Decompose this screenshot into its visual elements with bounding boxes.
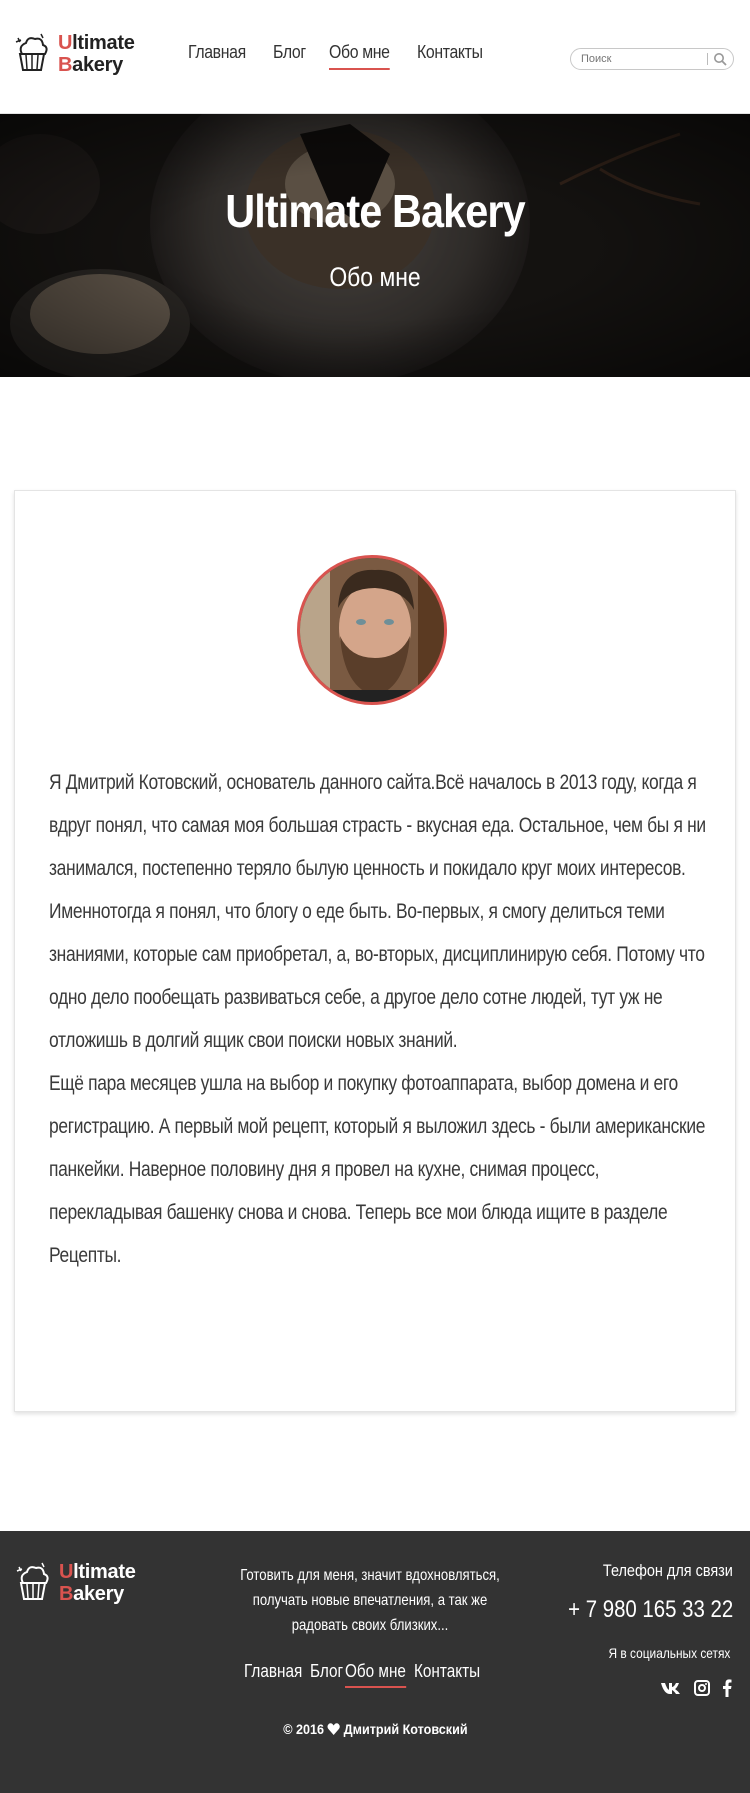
hero-background-image bbox=[0, 114, 750, 377]
hero-banner: Ultimate Bakery Обо мне bbox=[0, 114, 750, 377]
cupcake-logo-icon bbox=[16, 1562, 49, 1600]
search-icon[interactable] bbox=[713, 52, 727, 66]
bio-paragraph-2: Ещё пара месяцев ушла на выбор и покупку… bbox=[49, 1072, 706, 1267]
footer-nav-about[interactable]: Обо мне bbox=[345, 1661, 407, 1688]
author-photo bbox=[300, 558, 444, 702]
logo-letter-u: U bbox=[58, 32, 73, 54]
footer-logo-word-2: akery bbox=[73, 1583, 124, 1605]
footer-nav: Главная Блог Обо мне Контакты bbox=[244, 1661, 489, 1688]
nav-blog[interactable]: Блог bbox=[273, 42, 306, 70]
search-input[interactable] bbox=[579, 52, 703, 66]
footer-logo[interactable]: Ultimate Bakery bbox=[15, 1561, 136, 1605]
heart-icon bbox=[327, 1723, 340, 1735]
site-footer: Ultimate Bakery Готовить для меня, значи… bbox=[0, 1531, 750, 1793]
instagram-icon[interactable] bbox=[694, 1680, 710, 1701]
site-header: Ultimate Bakery Главная Блог Обо мне Кон… bbox=[0, 0, 750, 114]
about-card: Я Дмитрий Котовский, основатель данного … bbox=[14, 490, 736, 1412]
logo[interactable]: Ultimate Bakery bbox=[14, 32, 135, 76]
social-links bbox=[660, 1679, 732, 1702]
logo-word-1: ltimate bbox=[72, 32, 135, 54]
facebook-icon[interactable] bbox=[722, 1679, 732, 1702]
bio-paragraph-1: Я Дмитрий Котовский, основатель данного … bbox=[49, 771, 706, 1052]
nav-contacts[interactable]: Контакты bbox=[417, 42, 483, 70]
hero-subtitle: Обо мне bbox=[329, 262, 421, 292]
copyright: © 2016 Дмитрий Котовский bbox=[0, 1721, 750, 1737]
main-nav: Главная Блог Обо мне Контакты bbox=[188, 42, 491, 70]
footer-nav-blog[interactable]: Блог bbox=[310, 1661, 343, 1688]
author-bio: Я Дмитрий Котовский, основатель данного … bbox=[49, 761, 709, 1277]
author-avatar bbox=[297, 555, 447, 705]
logo-letter-b: B bbox=[58, 54, 73, 76]
phone-number[interactable]: + 7 980 165 33 22 bbox=[568, 1596, 733, 1624]
hero-title: Ultimate Bakery bbox=[225, 185, 525, 237]
nav-about[interactable]: Обо мне bbox=[329, 42, 390, 70]
footer-logo-word-1: ltimate bbox=[73, 1561, 136, 1583]
vk-icon[interactable] bbox=[660, 1681, 682, 1700]
footer-logo-letter-u: U bbox=[59, 1561, 74, 1583]
logo-text: Ultimate Bakery bbox=[58, 32, 135, 76]
copyright-name: Дмитрий Котовский bbox=[343, 1721, 468, 1737]
social-label: Я в социальных сетях bbox=[608, 1645, 730, 1661]
footer-tagline-text: Готовить для меня, значит вдохновляться,… bbox=[240, 1567, 500, 1634]
copyright-year: © 2016 bbox=[282, 1721, 324, 1737]
search-box bbox=[570, 48, 734, 70]
logo-word-2: akery bbox=[72, 54, 123, 76]
nav-home[interactable]: Главная bbox=[188, 42, 246, 70]
phone-label: Телефон для связи bbox=[603, 1561, 733, 1580]
search-divider bbox=[707, 53, 708, 65]
cupcake-logo-icon bbox=[15, 33, 48, 71]
footer-nav-home[interactable]: Главная bbox=[244, 1661, 302, 1688]
footer-nav-contacts[interactable]: Контакты bbox=[414, 1661, 480, 1688]
footer-logo-letter-b: B bbox=[59, 1583, 74, 1605]
footer-tagline: Готовить для меня, значит вдохновляться,… bbox=[230, 1563, 510, 1638]
footer-logo-text: Ultimate Bakery bbox=[59, 1561, 136, 1605]
